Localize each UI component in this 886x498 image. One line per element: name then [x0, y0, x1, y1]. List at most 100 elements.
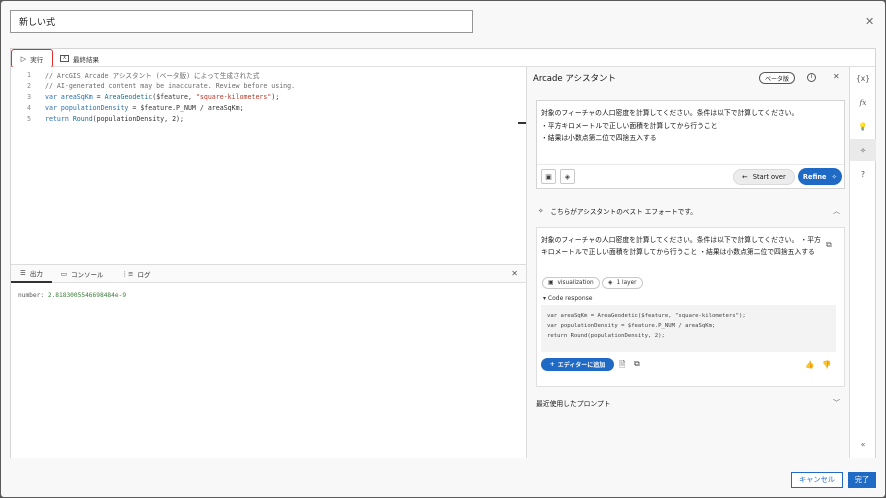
- tab-log-label: ログ: [137, 270, 151, 279]
- copy-code-icon[interactable]: ⧉: [634, 359, 640, 369]
- run-button[interactable]: ▷ 実行: [11, 49, 53, 68]
- tab-log[interactable]: ⋮≡ ログ: [112, 265, 159, 283]
- result-icon: X: [60, 55, 69, 62]
- chip-label: visualization: [557, 280, 594, 286]
- sparkle-icon: ✧: [831, 172, 838, 181]
- line-number: 1: [27, 70, 31, 79]
- thumbs-down-icon[interactable]: 👎: [822, 360, 831, 369]
- expression-title-input[interactable]: 新しい式: [10, 10, 473, 33]
- code-function: Round: [72, 114, 93, 123]
- chip-visualization: ▣ visualization: [542, 277, 600, 289]
- code-comment: // ArcGIS Arcade アシスタント (ベータ版) によって生成された…: [45, 71, 260, 80]
- best-effort-header[interactable]: ✧ こちらがアシスタントのベスト エフォートです。 ︿: [527, 200, 850, 222]
- output-type: number:: [18, 292, 48, 299]
- editor-tabs: ▷ 実行 X 最終結果: [11, 49, 875, 68]
- code-identifier: areaSqKm: [60, 92, 93, 101]
- code-keyword: var: [45, 103, 57, 112]
- cancel-button[interactable]: キャンセル: [791, 472, 843, 488]
- output-tabs: ☰ 出力 ▭ コンソール ⋮≡ ログ ✕: [11, 265, 526, 283]
- add-to-editor-label: エディターに追加: [557, 362, 606, 369]
- code-response: var areaSqKm = AreaGeodetic($feature, "s…: [541, 305, 836, 352]
- beta-badge: ベータ版: [759, 72, 796, 84]
- code-keyword: return: [45, 114, 69, 123]
- code-keyword: var: [45, 92, 57, 101]
- recent-prompts-header[interactable]: 最近使用したプロンプト ﹀: [527, 393, 850, 413]
- thumbs-up-icon[interactable]: 👍: [805, 360, 814, 369]
- prompt-line: ・結果は小数点第二位で四捨五入する: [541, 134, 657, 143]
- code-response-toggle[interactable]: ▾ Code response: [543, 295, 592, 302]
- plus-icon: +: [549, 361, 555, 368]
- expression-title-value: 新しい式: [19, 18, 56, 28]
- beta-badge-label: ベータ版: [765, 75, 790, 83]
- code-comment: // AI-generated content may be inaccurat…: [45, 81, 296, 90]
- prompt-toolbar: ▣ ◈ ← Start over Refine ✧: [537, 164, 844, 188]
- functions-icon[interactable]: fx: [850, 91, 876, 113]
- image-icon: ▣: [548, 280, 554, 286]
- insert-file-icon[interactable]: 🗎: [619, 359, 625, 373]
- assistant-icon[interactable]: ✧: [850, 139, 876, 161]
- code-function: AreaGeodetic: [104, 92, 153, 101]
- output-result: number: 2.8183005546698484e-9: [11, 283, 526, 308]
- line-number: 2: [27, 81, 31, 90]
- refine-label: Refine: [802, 172, 827, 181]
- close-output-icon[interactable]: ✕: [511, 269, 518, 278]
- assistant-title: Arcade アシスタント: [533, 74, 616, 84]
- log-icon: ⋮≡: [121, 269, 134, 278]
- close-assistant-icon[interactable]: ✕: [833, 72, 840, 81]
- layers-icon: ◈: [564, 172, 571, 181]
- assistant-header: Arcade アシスタント ベータ版 i ✕: [527, 67, 849, 89]
- image-icon: ▣: [545, 172, 552, 181]
- help-icon[interactable]: ?: [850, 163, 876, 185]
- code-args: ($feature,: [152, 92, 196, 101]
- start-over-label: Start over: [752, 173, 786, 181]
- code-tail: );: [271, 92, 280, 101]
- visualization-context-button[interactable]: ▣: [541, 169, 556, 184]
- code-editor[interactable]: 1 // ArcGIS Arcade アシスタント (ベータ版) によって生成さ…: [11, 67, 526, 264]
- copy-icon[interactable]: ⧉: [826, 240, 832, 250]
- code-identifier: populationDensity: [60, 103, 129, 112]
- arrow-left-icon: ←: [742, 173, 748, 181]
- start-over-button[interactable]: ← Start over: [733, 169, 795, 185]
- code-line: 5 return Round (populationDensity, 2);: [11, 113, 184, 124]
- output-value: 2.8183005546698484e-9: [47, 292, 127, 299]
- response-text: 対象のフィーチャの人口密度を計算してください。条件は以下で計算してください。 ・…: [541, 236, 821, 256]
- prompt-text: 対象のフィーチャの人口密度を計算してください。条件は以下で計算してください。 ・…: [541, 107, 831, 145]
- layers-context-button[interactable]: ◈: [560, 169, 575, 184]
- result-tab-label: 最終結果: [73, 55, 99, 64]
- arcade-assistant-panel: Arcade アシスタント ベータ版 i ✕ 対象のフィーチャの人口密度を計算し…: [526, 67, 849, 458]
- collapse-icon[interactable]: «: [850, 433, 876, 455]
- side-rail: {x} fx 💡 ✧ ? «: [849, 67, 876, 458]
- response-card: 対象のフィーチャの人口密度を計算してください。条件は以下で計算してください。 ・…: [536, 227, 845, 387]
- done-button[interactable]: 完了: [848, 472, 876, 488]
- tab-console[interactable]: ▭ コンソール: [52, 265, 113, 283]
- close-icon[interactable]: ✕: [865, 15, 874, 28]
- code-operator: =: [128, 103, 141, 112]
- variables-icon[interactable]: {x}: [850, 67, 876, 89]
- prompt-line: ・平方キロメートルで正しい面積を計算してから行うこと: [541, 121, 718, 130]
- line-number: 3: [27, 92, 31, 101]
- code-expression: $feature.P_NUM / areaSqKm;: [140, 103, 244, 112]
- prompt-line: 対象のフィーチャの人口密度を計算してください。条件は以下で計算してください。: [541, 109, 799, 117]
- tab-output[interactable]: ☰ 出力: [11, 265, 52, 283]
- code-expression: (populationDensity, 2);: [92, 114, 184, 123]
- code-line: 1 // ArcGIS Arcade アシスタント (ベータ版) によって生成さ…: [11, 69, 259, 80]
- code-string: "square-kilometers": [195, 92, 272, 101]
- run-label: 実行: [30, 55, 44, 64]
- best-effort-label: こちらがアシスタントのベスト エフォートです。: [550, 208, 697, 216]
- sparkle-icon: ✧: [538, 207, 544, 215]
- add-to-editor-button[interactable]: + エディターに追加: [541, 358, 614, 371]
- line-number: 4: [27, 103, 31, 112]
- suggestions-icon[interactable]: 💡: [850, 115, 876, 137]
- layers-icon: ◈: [608, 280, 613, 286]
- recent-prompts-label: 最近使用したプロンプト: [536, 400, 611, 408]
- tab-final-result[interactable]: X 最終結果: [57, 52, 102, 65]
- refine-button[interactable]: Refine ✧: [798, 168, 842, 185]
- output-panel: ☰ 出力 ▭ コンソール ⋮≡ ログ ✕ number: 2.818300554…: [11, 264, 526, 458]
- line-number: 5: [27, 114, 31, 123]
- chip-label: 1 layer: [616, 280, 637, 286]
- editor-scrollbar[interactable]: [518, 122, 526, 124]
- code-operator: =: [92, 92, 105, 101]
- info-icon[interactable]: i: [807, 73, 816, 82]
- prompt-textarea[interactable]: 対象のフィーチャの人口密度を計算してください。条件は以下で計算してください。 ・…: [536, 100, 845, 189]
- play-icon: ▷: [20, 54, 27, 63]
